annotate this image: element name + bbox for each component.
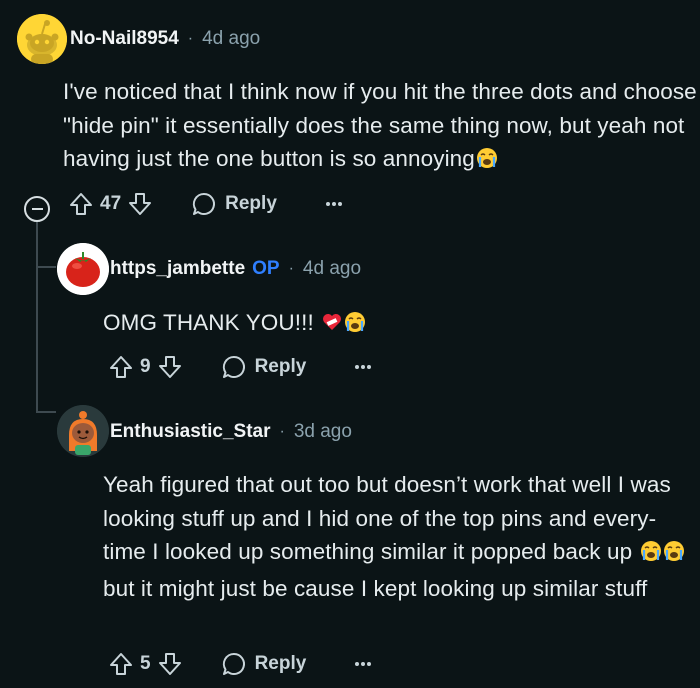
upvote-arrow-icon [110,356,132,378]
avatar[interactable] [57,405,109,457]
thread-line-main [36,222,38,412]
downvote-arrow-icon [158,653,181,675]
more-options-button[interactable] [325,202,343,206]
comment-meta: https_jambette OP · 4d ago [110,258,361,280]
speech-bubble-icon [193,192,216,215]
upvote-button[interactable] [108,651,134,677]
upvote-button[interactable] [108,354,134,380]
downvote-arrow-icon [158,356,181,378]
username[interactable]: https_jambette [110,258,245,280]
thread-connector-1 [36,266,56,268]
comment-body: OMG THANK YOU!!! [103,306,693,343]
downvote-button[interactable] [127,191,153,217]
comment-text-part2: but it might just be cause I kept lookin… [103,575,648,601]
upvote-arrow-icon [70,193,92,215]
vote-count: 47 [100,193,122,214]
tomato-avatar-icon [57,243,109,295]
comment-meta: No-Nail8954 · 4d ago [70,28,260,50]
reply-button[interactable]: Reply [221,651,307,677]
timestamp[interactable]: 4d ago [303,258,361,280]
loudly-crying-face-icon [663,538,685,572]
speech-bubble-icon [222,652,245,675]
username[interactable]: No-Nail8954 [70,28,179,50]
avatar[interactable] [57,243,109,295]
reply-label: Reply [254,653,307,674]
comment-meta: Enthusiastic_Star · 3d ago [110,421,352,443]
collapse-thread-button[interactable] [24,196,50,222]
comment-text-part1: Yeah figured that out too but doesn’t wo… [103,472,671,564]
vote-count: 9 [140,356,151,377]
upvote-button[interactable] [68,191,94,217]
thread-connector-2 [36,411,56,413]
username[interactable]: Enthusiastic_Star [110,421,271,443]
more-options-button[interactable] [354,662,372,666]
vote-count: 5 [140,653,151,674]
comment-actions: 9 Reply [108,354,372,380]
mending-heart-icon [321,309,343,343]
comment-body: I've noticed that I think now if you hit… [63,75,698,179]
reply-button[interactable]: Reply [191,191,277,217]
timestamp[interactable]: 3d ago [294,421,352,443]
comment-actions: 5 Reply [108,651,372,677]
reply-button[interactable]: Reply [221,354,307,380]
comment-body: Yeah figured that out too but doesn’t wo… [103,468,695,605]
comment-actions: 47 Reply [68,191,343,217]
loudly-crying-face-icon [344,309,366,343]
reply-label: Reply [225,193,277,214]
timestamp[interactable]: 4d ago [202,28,260,50]
more-options-button[interactable] [354,365,372,369]
downvote-arrow-icon [129,193,152,215]
upvote-arrow-icon [110,653,132,675]
minus-icon [31,208,43,210]
loudly-crying-face-icon [476,145,498,179]
speech-bubble-icon [222,355,245,378]
avatar[interactable] [17,14,67,64]
loudly-crying-face-icon [640,538,662,572]
downvote-button[interactable] [157,651,183,677]
downvote-button[interactable] [157,354,183,380]
op-badge: OP [252,258,280,279]
separator-dot: · [187,30,194,47]
separator-dot: · [279,423,285,440]
separator-dot: · [288,260,294,277]
snoo-avatar-icon [17,14,67,64]
comment-text: I've noticed that I think now if you hit… [63,79,697,171]
custom-snoo-avatar-icon [57,405,109,457]
comment-text: OMG THANK YOU!!! [103,310,314,335]
reply-label: Reply [254,356,307,377]
